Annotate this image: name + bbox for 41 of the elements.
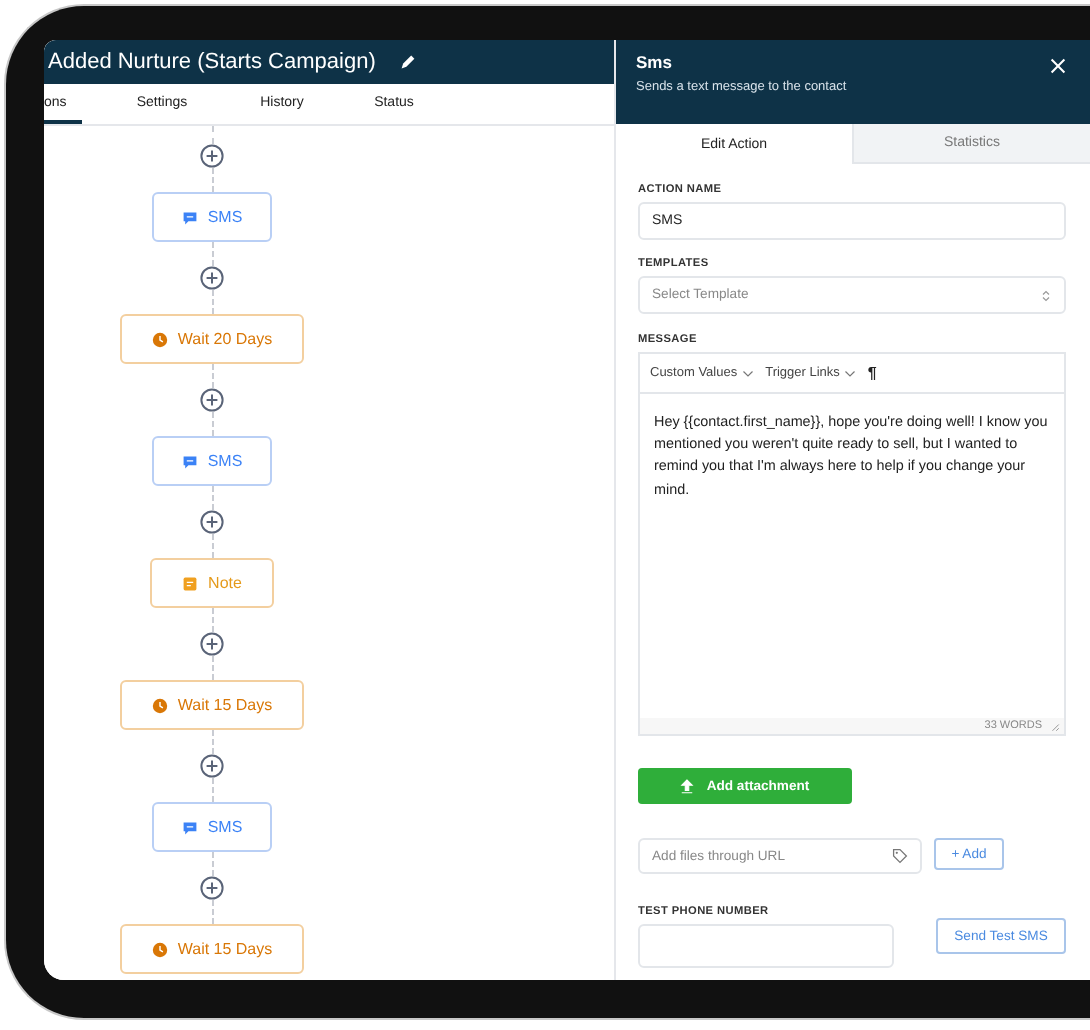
paragraph-button[interactable]: ¶ — [867, 364, 877, 382]
chat-bubble-icon — [181, 819, 198, 835]
panel-title: Sms — [636, 52, 674, 72]
workflow-node[interactable]: SMS — [152, 192, 272, 242]
clock-icon — [151, 331, 168, 347]
chevron-down-icon — [741, 368, 754, 378]
note-icon — [182, 575, 199, 591]
workflow-node[interactable]: Note — [150, 558, 274, 608]
node-label: Wait 15 Days — [177, 696, 273, 714]
workflow-node[interactable]: SMS — [152, 436, 272, 486]
add-step-icon[interactable] — [200, 510, 224, 534]
pencil-icon[interactable] — [399, 54, 416, 70]
add-step-icon[interactable] — [200, 754, 224, 778]
add-step-icon[interactable] — [200, 388, 224, 412]
add-step-icon[interactable] — [200, 632, 224, 656]
close-icon[interactable] — [1050, 58, 1066, 74]
clock-icon — [151, 697, 168, 713]
add-step-icon[interactable] — [200, 144, 224, 168]
resize-handle-icon[interactable] — [1050, 721, 1060, 731]
chat-bubble-icon — [181, 209, 198, 225]
chat-bubble-icon — [181, 453, 198, 469]
sort-caret-icon — [1040, 287, 1052, 303]
node-label: SMS — [207, 208, 243, 226]
chevron-down-icon — [843, 368, 856, 378]
tag-icon — [892, 848, 908, 864]
node-label: Wait 15 Days — [177, 940, 273, 958]
add-step-icon[interactable] — [200, 876, 224, 900]
add-step-icon[interactable] — [200, 266, 224, 290]
message-editor[interactable] — [638, 352, 1066, 736]
workflow-node[interactable]: Wait 15 Days — [120, 924, 304, 974]
clock-icon — [151, 941, 168, 957]
workflow-node[interactable]: Wait 20 Days — [120, 314, 304, 364]
node-label: Note — [208, 574, 242, 592]
phone-input-field[interactable] — [638, 924, 894, 968]
workflow-node[interactable]: SMS — [152, 802, 272, 852]
node-label: SMS — [207, 452, 243, 470]
node-label: SMS — [207, 818, 243, 836]
upload-icon — [680, 778, 695, 794]
node-label: Wait 20 Days — [177, 330, 273, 348]
workflow-node[interactable]: Wait 15 Days — [120, 680, 304, 730]
workflow-title: Added Nurture (Starts Campaign) — [48, 50, 376, 74]
